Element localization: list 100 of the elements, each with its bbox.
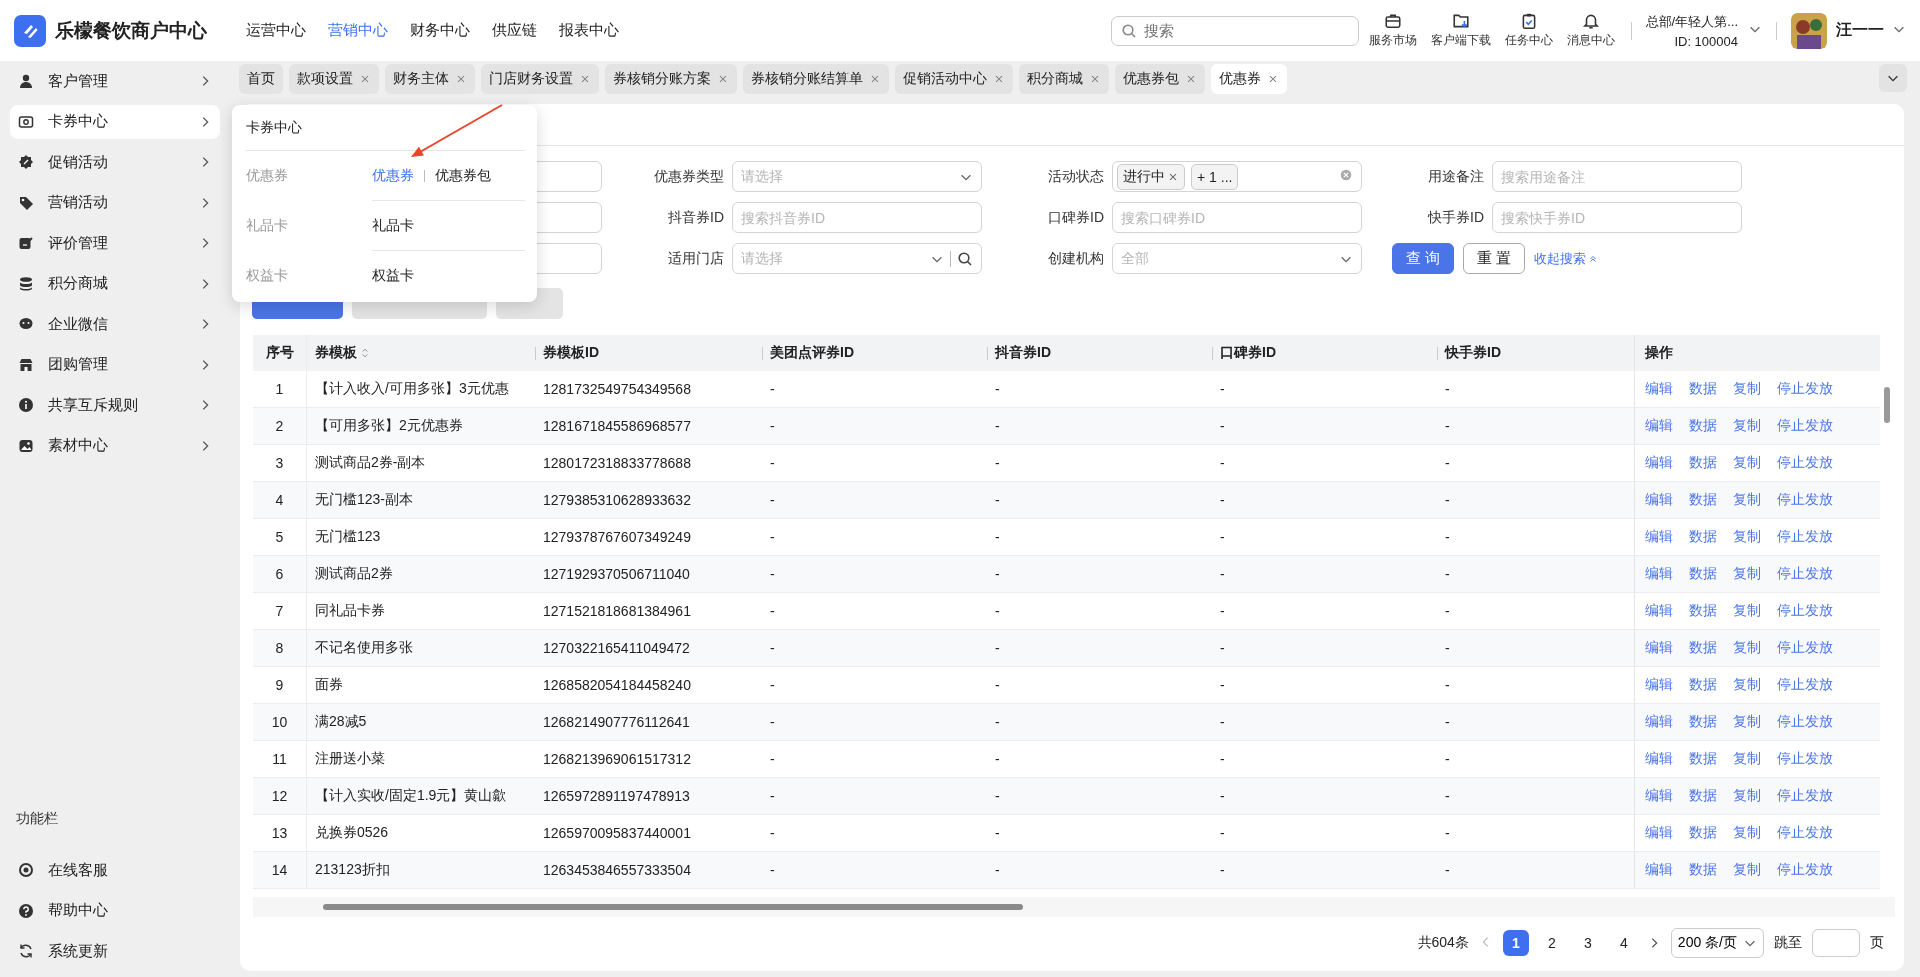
menu-link[interactable]: 礼品卡 — [372, 216, 414, 235]
action-link[interactable]: 停止发放 — [1777, 454, 1833, 472]
tab[interactable]: 促销活动中心 — [895, 64, 1013, 94]
action-link[interactable]: 数据 — [1689, 528, 1717, 546]
tag[interactable]: 进行中 — [1117, 163, 1185, 190]
avatar[interactable] — [1791, 12, 1827, 49]
action-link[interactable]: 数据 — [1689, 713, 1717, 731]
action-link[interactable]: 编辑 — [1645, 676, 1673, 694]
horizontal-scrollbar[interactable] — [253, 897, 1895, 917]
sidebar-item[interactable]: 帮助中心 — [10, 893, 178, 928]
action-link[interactable]: 数据 — [1689, 380, 1717, 398]
action-link[interactable]: 编辑 — [1645, 454, 1673, 472]
action-link[interactable]: 复制 — [1733, 639, 1761, 657]
action-link[interactable]: 复制 — [1733, 713, 1761, 731]
action-link[interactable]: 数据 — [1689, 417, 1717, 435]
tab[interactable]: 款项设置 — [289, 64, 379, 94]
nav-item[interactable]: 报表中心 — [559, 21, 619, 40]
action-link[interactable]: 复制 — [1733, 750, 1761, 768]
toolbar-button[interactable]: 服务市场 — [1366, 12, 1419, 49]
toolbar-button[interactable]: 客户端下载 — [1428, 12, 1493, 49]
menu-link[interactable]: 优惠券包 — [435, 166, 491, 185]
tag[interactable]: + 1 ... — [1191, 163, 1239, 190]
action-link[interactable]: 数据 — [1689, 861, 1717, 879]
tabs-menu-button[interactable] — [1879, 64, 1907, 92]
menu-link[interactable]: 权益卡 — [372, 267, 414, 285]
action-link[interactable]: 停止发放 — [1777, 565, 1833, 583]
menu-link[interactable]: 优惠券 — [372, 166, 414, 185]
action-link[interactable]: 停止发放 — [1777, 380, 1833, 398]
action-link[interactable]: 编辑 — [1645, 824, 1673, 842]
tab[interactable]: 券核销分账方案 — [605, 64, 737, 94]
action-link[interactable]: 停止发放 — [1777, 824, 1833, 842]
action-link[interactable]: 停止发放 — [1777, 528, 1833, 546]
search-field[interactable]: 搜索 — [1110, 15, 1359, 46]
action-link[interactable]: 停止发放 — [1777, 491, 1833, 509]
action-link[interactable]: 复制 — [1733, 676, 1761, 694]
action-link[interactable]: 数据 — [1689, 676, 1717, 694]
input-field[interactable]: 搜索用途备注 — [1492, 161, 1742, 192]
action-link[interactable]: 数据 — [1689, 602, 1717, 620]
action-link[interactable]: 复制 — [1733, 565, 1761, 583]
action-link[interactable]: 复制 — [1733, 491, 1761, 509]
input-field[interactable]: 搜索快手券ID — [1492, 202, 1742, 233]
action-link[interactable]: 复制 — [1733, 380, 1761, 398]
sidebar-item[interactable]: 系统更新 — [10, 934, 178, 968]
sidebar-item[interactable]: 企业微信 — [10, 307, 220, 341]
action-link[interactable]: 停止发放 — [1777, 713, 1833, 731]
nav-item[interactable]: 运营中心 — [246, 21, 306, 40]
action-link[interactable]: 数据 — [1689, 639, 1717, 657]
action-link[interactable]: 停止发放 — [1777, 861, 1833, 879]
input-field[interactable]: 搜索口碑券ID — [1112, 202, 1362, 233]
action-link[interactable]: 数据 — [1689, 787, 1717, 805]
action-link[interactable]: 停止发放 — [1777, 602, 1833, 620]
search-button[interactable]: 查 询 — [1392, 243, 1455, 274]
action-link[interactable]: 复制 — [1733, 824, 1761, 842]
action-link[interactable]: 停止发放 — [1777, 639, 1833, 657]
action-link[interactable]: 停止发放 — [1777, 787, 1833, 805]
sidebar-item[interactable]: 团购管理 — [10, 347, 220, 382]
page-button[interactable]: 4 — [1610, 930, 1637, 956]
tab[interactable]: 门店财务设置 — [481, 64, 599, 94]
toolbar-button[interactable]: 任务中心 — [1502, 12, 1555, 49]
page-input[interactable] — [1812, 929, 1860, 957]
action-link[interactable]: 停止发放 — [1777, 417, 1833, 435]
page-size-select[interactable]: 200 条/页 — [1670, 928, 1764, 958]
page-button[interactable]: 2 — [1538, 930, 1565, 956]
sidebar-item[interactable]: 素材中心 — [10, 428, 220, 463]
nav-item[interactable]: 营销中心 — [328, 21, 388, 40]
action-link[interactable]: 编辑 — [1645, 417, 1673, 435]
action-link[interactable]: 编辑 — [1645, 380, 1673, 398]
action-link[interactable]: 编辑 — [1645, 750, 1673, 768]
sidebar-item[interactable]: 营销活动 — [10, 185, 220, 220]
nav-item[interactable]: 供应链 — [492, 21, 537, 40]
toolbar-button[interactable]: 消息中心 — [1564, 12, 1617, 49]
sidebar-item[interactable]: 在线客服 — [10, 853, 178, 887]
action-link[interactable]: 编辑 — [1645, 639, 1673, 657]
action-link[interactable]: 复制 — [1733, 602, 1761, 620]
sidebar-item[interactable]: 客户管理 — [10, 64, 220, 98]
action-link[interactable]: 停止发放 — [1777, 750, 1833, 768]
sidebar-item[interactable]: 积分商城 — [10, 266, 220, 301]
tab[interactable]: 首页 — [239, 64, 283, 94]
tab[interactable]: 积分商城 — [1019, 64, 1109, 94]
sidebar-item[interactable]: 卡券中心 — [10, 104, 220, 139]
tab[interactable]: 优惠券包 — [1115, 64, 1205, 94]
action-link[interactable]: 复制 — [1733, 454, 1761, 472]
tab[interactable]: 优惠券 — [1211, 64, 1287, 94]
action-link[interactable]: 数据 — [1689, 824, 1717, 842]
action-link[interactable]: 停止发放 — [1777, 676, 1833, 694]
nav-item[interactable]: 财务中心 — [410, 21, 470, 40]
multi-select-field[interactable]: 进行中 + 1 ... — [1112, 161, 1362, 192]
action-link[interactable]: 编辑 — [1645, 491, 1673, 509]
sidebar-item[interactable]: 评价管理 — [10, 226, 220, 260]
action-link[interactable]: 复制 — [1733, 417, 1761, 435]
action-link[interactable]: 编辑 — [1645, 602, 1673, 620]
action-link[interactable]: 编辑 — [1645, 528, 1673, 546]
tab[interactable]: 券核销分账结算单 — [743, 64, 889, 94]
action-link[interactable]: 数据 — [1689, 565, 1717, 583]
reset-button[interactable]: 重 置 — [1463, 243, 1526, 274]
action-link[interactable]: 数据 — [1689, 750, 1717, 768]
action-link[interactable]: 编辑 — [1645, 787, 1673, 805]
action-link[interactable]: 数据 — [1689, 491, 1717, 509]
sidebar-item[interactable]: 共享互斥规则 — [10, 388, 220, 422]
sidebar-item[interactable]: 促销活动 — [10, 145, 220, 179]
